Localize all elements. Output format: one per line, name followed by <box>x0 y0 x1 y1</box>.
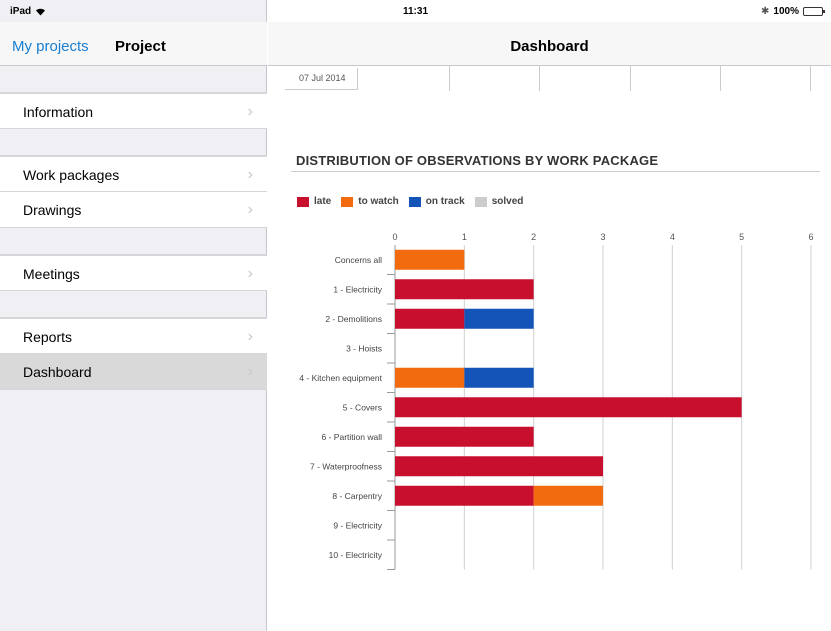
bar-late <box>395 397 742 418</box>
x-tick-label: 3 <box>600 232 605 242</box>
y-category-label: 7 - Waterproofness <box>310 461 382 471</box>
sidebar-title: Project <box>115 38 166 55</box>
status-time: 11:31 <box>402 6 429 17</box>
legend-item-on-track[interactable]: on track <box>408 196 465 207</box>
bluetooth-icon: ✱ <box>761 6 770 17</box>
sidebar-list: Information › Work packages › Drawings ›… <box>0 66 267 390</box>
timeline-divider <box>720 66 721 91</box>
legend-label: on track <box>425 196 465 207</box>
chart-title-rule <box>291 171 820 172</box>
chevron-right-icon: › <box>247 103 253 120</box>
y-category-label: 2 - Demolitions <box>325 314 382 324</box>
battery-icon <box>803 7 825 16</box>
sidebar-item-label: Work packages <box>23 167 120 183</box>
timeline-divider <box>449 66 450 91</box>
legend-item-to-watch[interactable]: to watch <box>341 196 399 207</box>
timeline-divider <box>810 66 811 91</box>
y-category-label: Concerns all <box>335 255 382 265</box>
bar-to-watch <box>395 249 465 270</box>
date-tab[interactable]: 07 Jul 2014 <box>285 68 358 90</box>
sidebar-item-label: Meetings <box>23 266 80 282</box>
section-meetings: Meetings › <box>0 254 267 291</box>
y-category-label: 10 - Electricity <box>329 550 383 560</box>
bar-on-track <box>464 367 534 388</box>
legend-swatch-late <box>297 196 309 207</box>
bar-late <box>395 485 534 506</box>
sidebar-item-label: Information <box>23 104 94 120</box>
y-category-label: 4 - Kitchen equipment <box>299 373 382 383</box>
back-button[interactable]: My projects <box>12 38 89 55</box>
x-tick-label: 4 <box>670 232 675 242</box>
section-reports: Reports › Dashboard › <box>0 317 267 390</box>
sidebar: My projects Project Information › Work p… <box>0 0 267 631</box>
bar-to-watch <box>395 367 465 388</box>
y-category-label: 6 - Partition wall <box>322 432 383 442</box>
legend-item-solved[interactable]: solved <box>474 196 524 207</box>
legend-swatch-solved <box>474 196 487 207</box>
y-category-label: 3 - Hoists <box>346 343 382 353</box>
timeline-divider <box>630 66 631 91</box>
bar-to-watch <box>533 485 603 506</box>
chevron-right-icon: › <box>247 201 253 218</box>
sidebar-item-label: Dashboard <box>23 364 92 380</box>
sidebar-item-label: Reports <box>23 329 73 345</box>
y-category-label: 1 - Electricity <box>333 284 382 294</box>
bar-on-track <box>464 308 534 329</box>
sidebar-item-reports[interactable]: Reports › <box>0 318 267 354</box>
timeline-divider <box>539 66 540 91</box>
section-work: Work packages › Drawings › <box>0 155 267 228</box>
sidebar-item-dashboard[interactable]: Dashboard › <box>0 354 267 390</box>
chevron-right-icon: › <box>247 363 253 380</box>
sidebar-item-information[interactable]: Information › <box>0 93 267 129</box>
sidebar-item-drawings[interactable]: Drawings › <box>0 192 267 228</box>
legend-swatch-on-track <box>408 196 421 207</box>
legend-label: to watch <box>358 196 399 207</box>
bar-late <box>395 456 603 477</box>
bar-late <box>395 308 465 329</box>
y-category-label: 8 - Carpentry <box>332 491 382 501</box>
y-category-label: 9 - Electricity <box>333 520 382 530</box>
app-root: My projects Project Information › Work p… <box>0 0 831 631</box>
chevron-right-icon: › <box>247 328 253 345</box>
x-tick-label: 5 <box>739 232 744 242</box>
battery-percent: 100% <box>773 6 799 17</box>
sidebar-item-work-packages[interactable]: Work packages › <box>0 156 267 192</box>
x-tick-label: 1 <box>462 232 467 242</box>
chart-legend: late to watch on track solved <box>297 196 523 207</box>
status-right: ✱ 100% <box>761 6 825 17</box>
x-tick-label: 2 <box>531 232 536 242</box>
x-tick-label: 0 <box>392 232 397 242</box>
status-bar: iPad 11:31 ✱ 100% <box>0 0 831 22</box>
legend-label: solved <box>491 196 524 207</box>
page-title: Dashboard <box>510 38 589 55</box>
section-info: Information › <box>0 92 267 129</box>
y-category-label: 5 - Covers <box>343 402 382 412</box>
sidebar-item-meetings[interactable]: Meetings › <box>0 255 267 291</box>
x-tick-label: 6 <box>808 232 813 242</box>
legend-swatch-to-watch <box>341 196 354 207</box>
legend-item-late[interactable]: late <box>297 196 331 207</box>
bar-chart: 0 1 2 3 4 5 6 Concerns all 1 - Electricity 2 - De… <box>299 232 814 570</box>
bar-late <box>395 279 534 300</box>
bar-late <box>395 426 534 447</box>
sidebar-nav-bar: My projects Project <box>0 22 267 66</box>
legend-label: late <box>314 196 332 207</box>
chart-title: DISTRIBUTION OF OBSERVATIONS BY WORK PAC… <box>296 153 659 168</box>
main-nav-bar: Dashboard <box>268 22 831 66</box>
chevron-right-icon: › <box>247 166 253 183</box>
sidebar-item-label: Drawings <box>23 202 82 218</box>
chevron-right-icon: › <box>247 265 253 282</box>
